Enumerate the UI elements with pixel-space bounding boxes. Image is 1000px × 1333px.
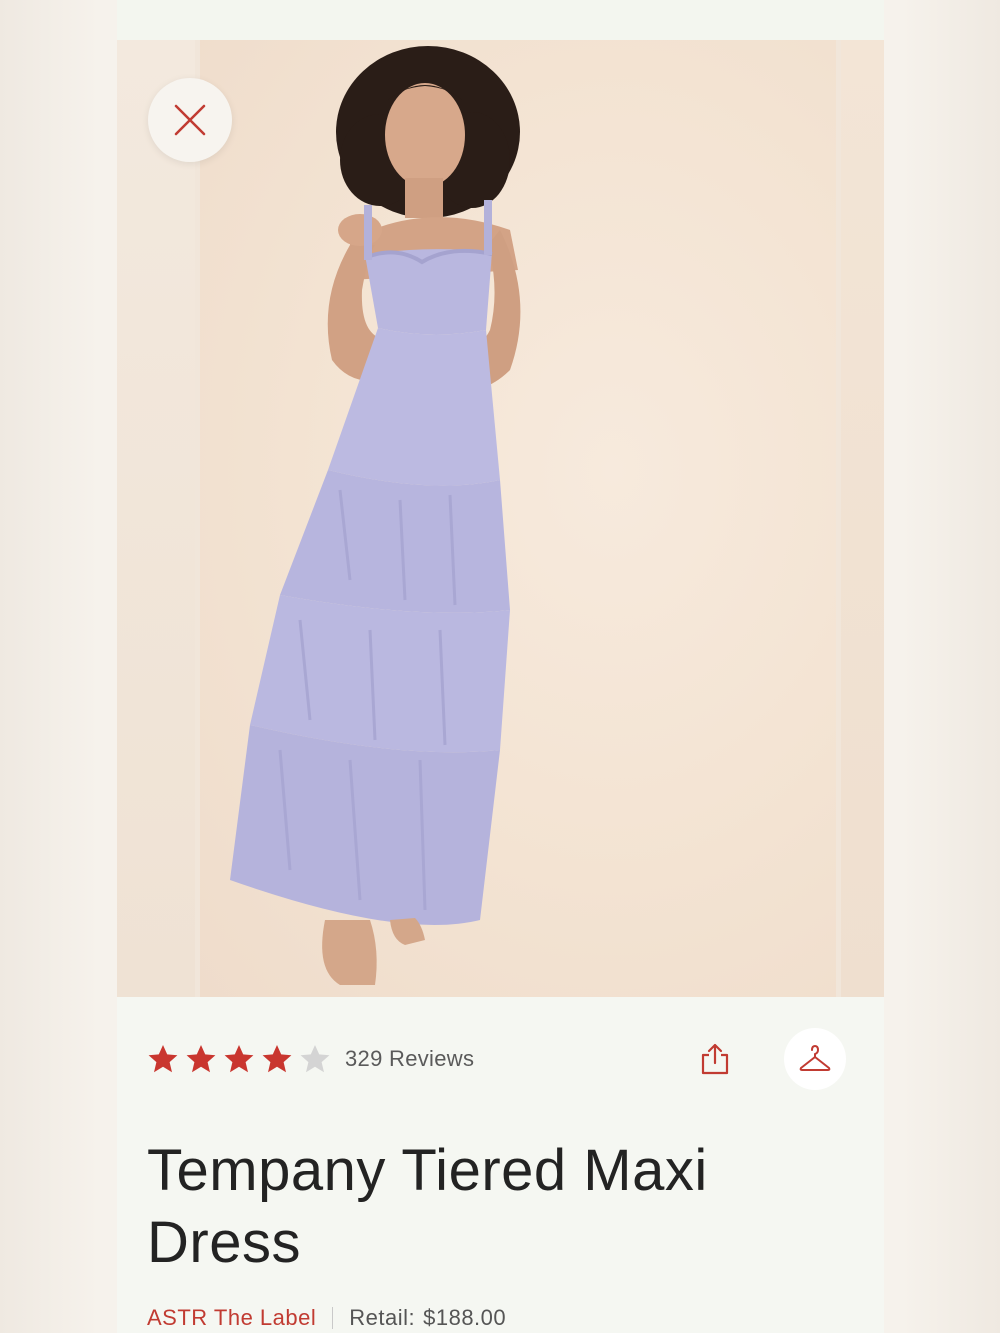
sheet-header-strip bbox=[117, 0, 884, 40]
add-to-closet-button[interactable] bbox=[784, 1028, 846, 1090]
product-image-gallery[interactable] bbox=[117, 40, 884, 997]
share-button[interactable] bbox=[695, 1039, 735, 1079]
star-filled-icon bbox=[186, 1045, 216, 1073]
close-button[interactable] bbox=[148, 78, 232, 162]
star-empty-icon bbox=[300, 1045, 330, 1073]
model-illustration bbox=[230, 46, 521, 985]
product-title: Tempany Tiered Maxi Dress bbox=[147, 1138, 708, 1275]
star-filled-icon bbox=[224, 1045, 254, 1073]
reviews-link[interactable]: 329 Reviews bbox=[345, 1046, 474, 1072]
retail-price: $188.00 bbox=[423, 1305, 507, 1330]
meta-divider bbox=[332, 1307, 334, 1329]
brand-link[interactable]: ASTR The Label bbox=[147, 1305, 316, 1331]
product-sheet: 329 Reviews Tempany Tiered Maxi Dress AS… bbox=[117, 0, 884, 1333]
next-photo-peek[interactable] bbox=[841, 40, 884, 997]
product-details: 329 Reviews Tempany Tiered Maxi Dress AS… bbox=[117, 997, 884, 1333]
previous-photo-peek[interactable] bbox=[117, 40, 195, 997]
star-filled-icon bbox=[262, 1045, 292, 1073]
retail-label: Retail: bbox=[349, 1305, 416, 1330]
share-icon bbox=[701, 1043, 729, 1075]
star-filled-icon bbox=[148, 1045, 178, 1073]
star-rating bbox=[147, 1043, 331, 1075]
product-meta: ASTR The Label Retail: $188.00 bbox=[147, 1305, 506, 1331]
product-photo[interactable] bbox=[200, 40, 836, 997]
close-icon bbox=[174, 104, 206, 136]
rating-row[interactable]: 329 Reviews bbox=[147, 1037, 474, 1081]
hanger-icon bbox=[799, 1045, 831, 1071]
